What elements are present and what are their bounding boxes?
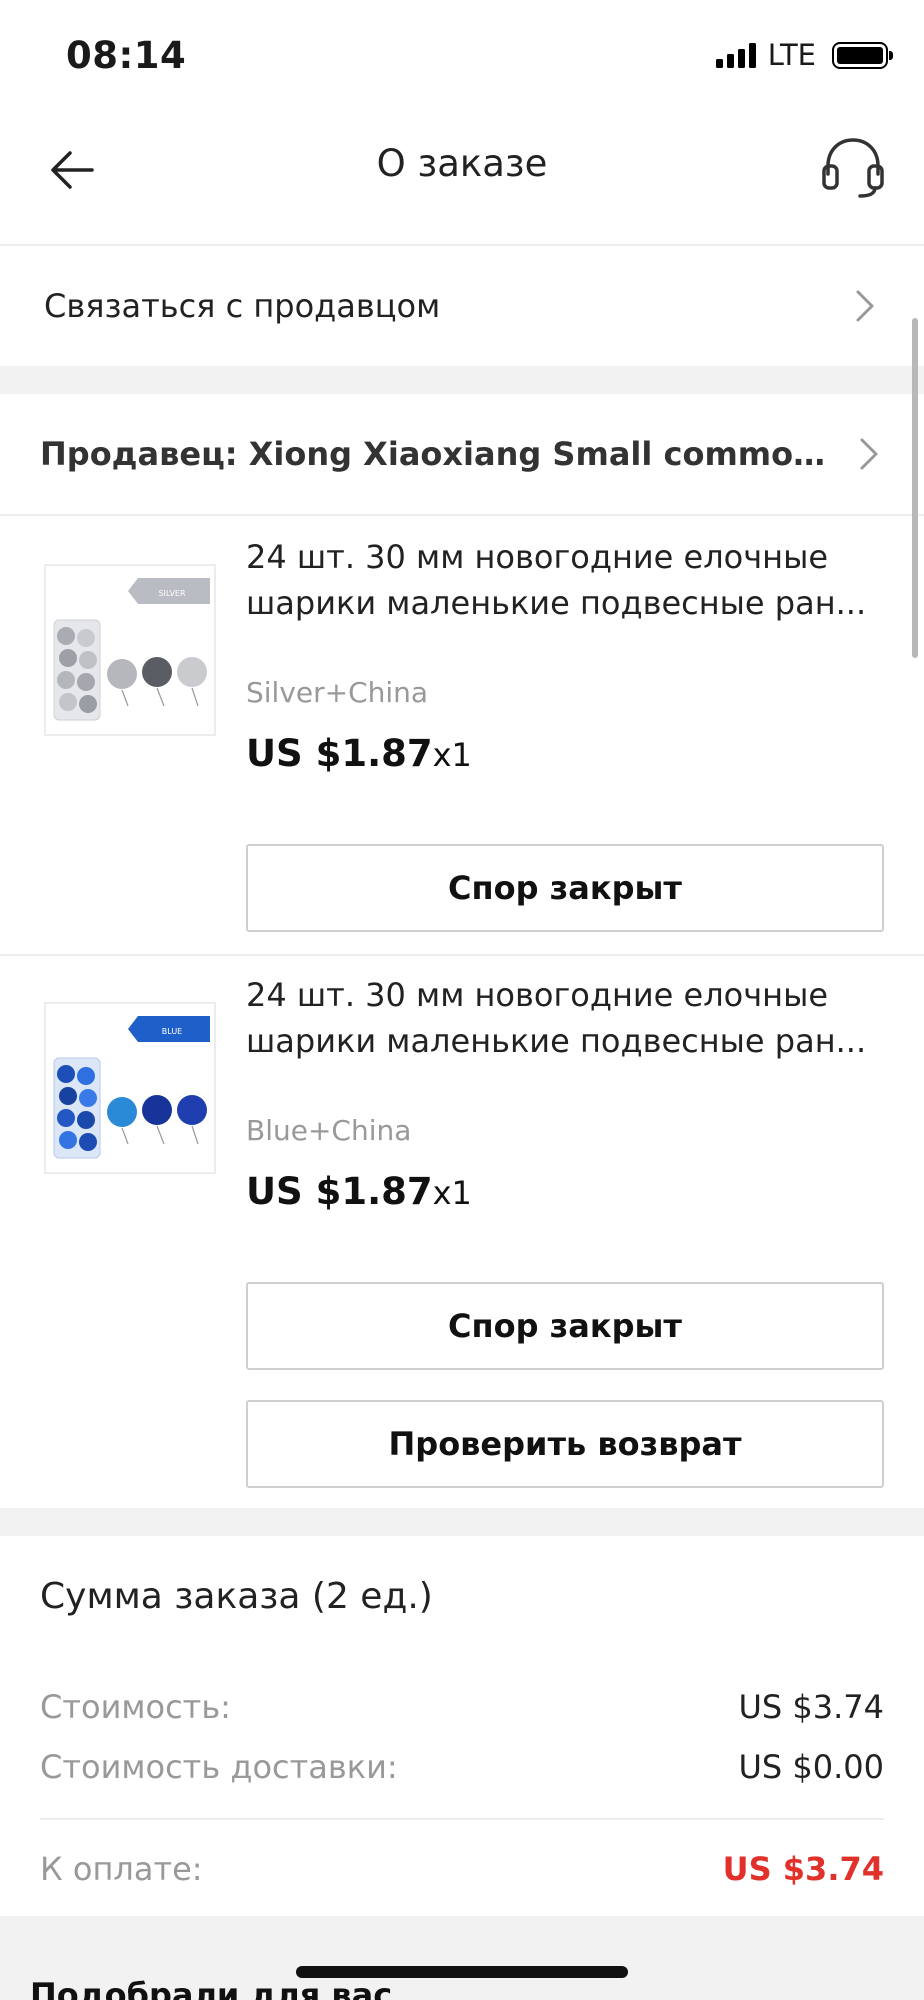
recommendations-title: Подобрали для вас	[30, 1976, 393, 2000]
order-summary: Сумма заказа (2 ед.) Стоимость: US $3.74…	[0, 1536, 924, 1916]
thumb-tag-text: SILVER	[158, 589, 186, 598]
product-thumbnail-silver: SILVER	[46, 566, 214, 734]
dispute-closed-button[interactable]: Спор закрыт	[246, 844, 884, 932]
order-item: BLUE 24 шт. 30 мм новогодние елочные шар…	[0, 956, 924, 1508]
status-bar: 08:14 LTE	[0, 0, 924, 112]
summary-divider	[40, 1818, 884, 1820]
cost-row: Стоимость: US $3.74	[40, 1688, 884, 1726]
battery-icon	[832, 41, 893, 69]
product-thumbnail-blue: BLUE	[46, 1004, 214, 1172]
total-value: US $3.74	[722, 1850, 884, 1888]
total-label: К оплате:	[40, 1850, 203, 1888]
product-image[interactable]: SILVER	[44, 564, 216, 736]
section-gap	[0, 366, 924, 394]
price-qty: x1	[432, 736, 472, 774]
nav-bar: О заказе	[0, 112, 924, 246]
scrollbar[interactable]	[912, 318, 918, 658]
page-title: О заказе	[376, 142, 548, 185]
product-price: US $1.87x1	[246, 732, 472, 775]
cost-label: Стоимость:	[40, 1688, 231, 1726]
check-refund-button[interactable]: Проверить возврат	[246, 1400, 884, 1488]
price-value: US $1.87	[246, 732, 433, 775]
product-title[interactable]: 24 шт. 30 мм новогодние елочные шарики м…	[246, 534, 886, 626]
product-title-line1: 24 шт. 30 мм новогодние елочные	[246, 538, 829, 576]
shipping-row: Стоимость доставки: US $0.00	[40, 1748, 884, 1786]
cost-value: US $3.74	[738, 1688, 884, 1726]
product-variant: Blue+China	[246, 1114, 412, 1147]
dispute-closed-button[interactable]: Спор закрыт	[246, 1282, 884, 1370]
recommendations-section: Подобрали для вас	[0, 1916, 924, 2000]
seller-name: Продавец: Xiong Xiaoxiang Small commodit…	[40, 435, 854, 473]
product-title[interactable]: 24 шт. 30 мм новогодние елочные шарики м…	[246, 972, 886, 1064]
contact-seller-row[interactable]: Связаться с продавцом	[0, 246, 924, 366]
product-title-line2: шарики маленькие подвесные ран...	[246, 584, 867, 622]
order-item: SILVER 24 шт. 30 мм новогодние елочные ш…	[0, 518, 924, 954]
status-time: 08:14	[66, 34, 187, 77]
network-label: LTE	[767, 38, 816, 72]
product-variant: Silver+China	[246, 676, 429, 709]
signal-icon	[715, 42, 756, 68]
section-gap	[0, 1508, 924, 1536]
headset-icon	[822, 138, 884, 198]
total-row: К оплате: US $3.74	[40, 1850, 884, 1888]
home-indicator[interactable]	[296, 1966, 628, 1978]
chevron-right-icon	[854, 438, 884, 470]
product-title-line2: шарики маленькие подвесные ран...	[246, 1022, 867, 1060]
price-value: US $1.87	[246, 1170, 433, 1213]
summary-title: Сумма заказа (2 ед.)	[40, 1576, 433, 1617]
chevron-right-icon	[850, 290, 880, 322]
shipping-value: US $0.00	[738, 1748, 884, 1786]
thumb-tag-text: BLUE	[162, 1027, 182, 1036]
seller-row[interactable]: Продавец: Xiong Xiaoxiang Small commodit…	[0, 394, 924, 516]
shipping-label: Стоимость доставки:	[40, 1748, 398, 1786]
product-title-line1: 24 шт. 30 мм новогодние елочные	[246, 976, 829, 1014]
product-price: US $1.87x1	[246, 1170, 472, 1213]
contact-seller-label: Связаться с продавцом	[44, 287, 441, 325]
product-image[interactable]: BLUE	[44, 1002, 216, 1174]
status-indicators: LTE	[715, 38, 893, 72]
price-qty: x1	[432, 1174, 472, 1212]
support-button[interactable]	[820, 132, 886, 202]
